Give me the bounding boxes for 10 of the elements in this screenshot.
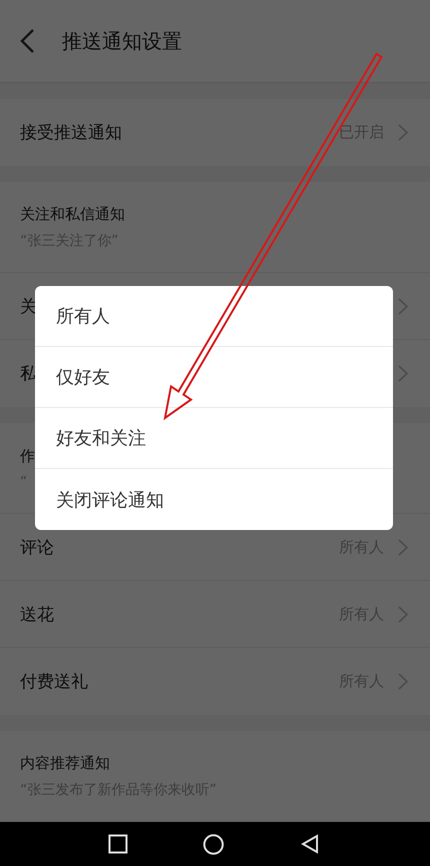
setting-label: 接受推送通知	[20, 122, 122, 144]
setting-label: 付费送礼	[20, 671, 88, 693]
setting-label: 关	[20, 296, 37, 318]
section-title: 内容推荐通知	[20, 754, 111, 772]
setting-label: 评论	[20, 536, 54, 558]
page-title: 推送通知设置	[62, 28, 182, 54]
section-title: 作	[20, 446, 36, 466]
setting-label: 送花	[20, 604, 54, 626]
section-example: “	[20, 474, 28, 490]
section-title: 关注和私信通知	[20, 204, 126, 224]
